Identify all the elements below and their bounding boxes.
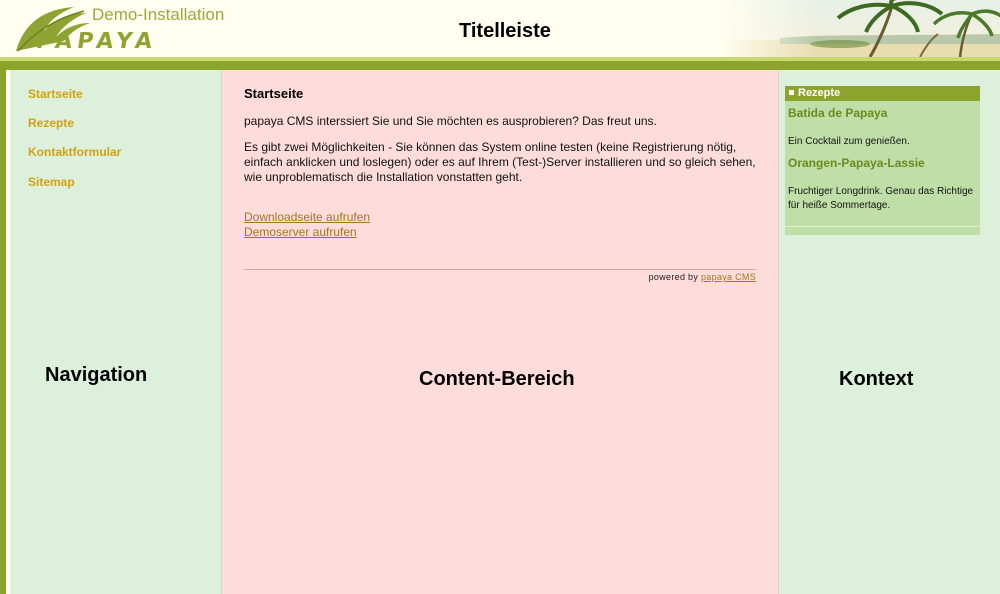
recipes-box-header: Rezepte — [785, 86, 980, 101]
region-label-content: Content-Bereich — [419, 368, 575, 390]
intro-paragraph: papaya CMS interssiert Sie und Sie möcht… — [244, 114, 657, 128]
content-area: Startseite papaya CMS interssiert Sie un… — [222, 70, 779, 594]
papaya-logo[interactable]: Demo-Installation PAPAYA — [14, 3, 234, 55]
recipes-box-divider — [785, 226, 980, 227]
recipes-box: Rezepte Batida de Papaya Ein Cocktail zu… — [785, 86, 980, 235]
recipe-description-batida: Ein Cocktail zum genießen. — [788, 136, 910, 147]
left-accent-bar — [0, 70, 6, 594]
region-label-context: Kontext — [839, 368, 914, 390]
footer-divider — [244, 269, 756, 270]
recipe-description-lassie: Fruchtiger Longdrink. Genau das Richtige… — [788, 186, 974, 211]
region-label-title: Titelleiste — [459, 20, 551, 42]
recipe-title-batida[interactable]: Batida de Papaya — [788, 106, 887, 120]
title-bar: Demo-Installation PAPAYA Titelleiste — [0, 0, 1000, 57]
powered-by: powered by papaya CMS — [649, 272, 756, 282]
recipes-box-title: Rezepte — [798, 87, 841, 99]
header-stripe-dark — [0, 61, 1000, 70]
nav-link-startseite[interactable]: Startseite — [28, 87, 83, 101]
nav-link-rezepte[interactable]: Rezepte — [28, 116, 74, 130]
region-label-navigation: Navigation — [45, 364, 148, 386]
download-link[interactable]: Downloadseite aufrufen — [244, 210, 370, 224]
nav-link-kontaktformular[interactable]: Kontaktformular — [28, 145, 121, 159]
papaya-cms-link[interactable]: papaya CMS — [701, 272, 756, 282]
context-column: Rezepte Batida de Papaya Ein Cocktail zu… — [779, 70, 1000, 594]
navigation-column: Startseite Rezepte Kontaktformular Sitem… — [10, 70, 222, 594]
logo-subtitle: Demo-Installation — [92, 5, 225, 24]
logo-brand: PAPAYA — [34, 29, 159, 54]
recipe-title-lassie[interactable]: Orangen-Papaya-Lassie — [788, 156, 925, 170]
nav-link-sitemap[interactable]: Sitemap — [28, 175, 75, 189]
powered-by-text: powered by — [648, 272, 699, 282]
beach-palm-image — [720, 0, 1000, 57]
demoserver-link[interactable]: Demoserver aufrufen — [244, 225, 357, 239]
square-bullet-icon — [789, 90, 794, 96]
page-title: Startseite — [244, 86, 304, 101]
options-paragraph: Es gibt zwei Möglichkeiten - Sie können … — [244, 140, 756, 184]
